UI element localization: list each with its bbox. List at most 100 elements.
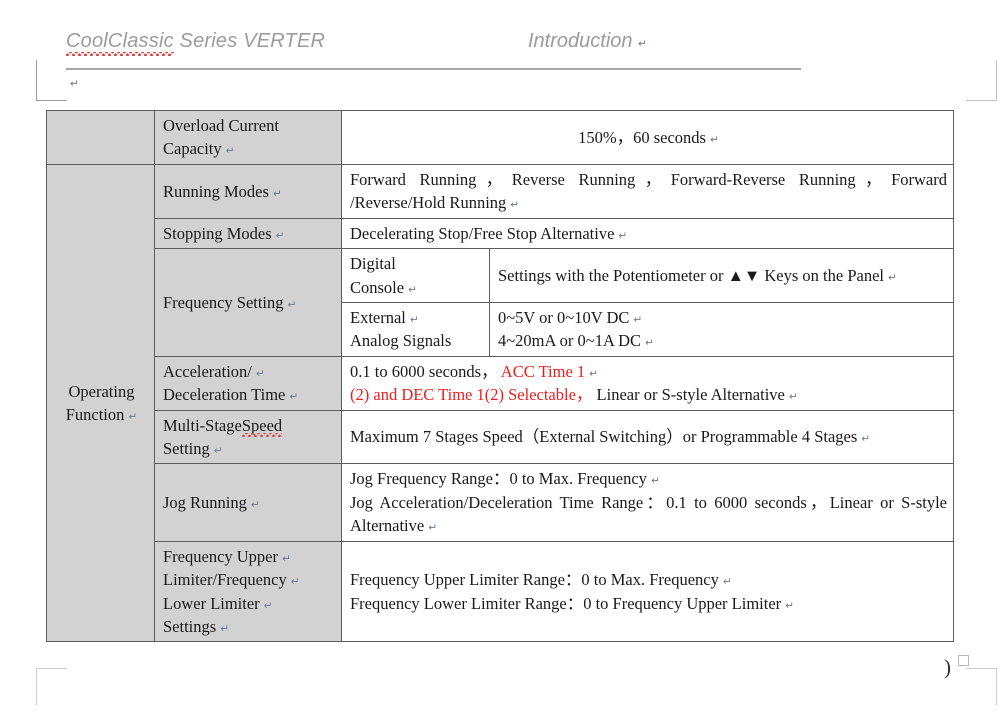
row-label-overload-current-capacity: Overload Current Capacity ↵ xyxy=(154,110,342,165)
pilcrow-icon: ↵ xyxy=(282,552,291,565)
row-value-line2: Frequency Lower Limiter Range：0 to Frequ… xyxy=(350,592,947,615)
footer-square-mark xyxy=(958,655,969,666)
row-value-black-2: Linear or S-style Alternative xyxy=(596,385,785,405)
row-label-line3: Lower Limiter xyxy=(163,593,260,613)
crop-mark-bottom-left xyxy=(36,668,67,705)
row-value-external-analog-signals: 0~5V or 0~10V DC ↵ 4~20mA or 0~1A DC ↵ xyxy=(489,301,954,357)
pilcrow-icon: ↵ xyxy=(287,298,297,311)
pilcrow-icon: ↵ xyxy=(589,367,599,380)
pilcrow-icon: ↵ xyxy=(408,283,418,296)
sub-label-line1: Digital xyxy=(350,254,396,274)
row-value-line2: 4~20mA or 0~1A DC xyxy=(498,331,641,351)
row-value-text: 150%，60 seconds xyxy=(578,127,706,147)
pilcrow-icon: ↵ xyxy=(789,391,798,404)
pilcrow-icon: ↵ xyxy=(633,313,643,326)
pilcrow-icon: ↵ xyxy=(428,522,438,535)
pilcrow-icon: ↵ xyxy=(618,229,628,242)
crop-mark-bottom-right xyxy=(966,668,997,705)
row-value-running-modes: Forward Running，Reverse Running，Forward-… xyxy=(341,163,954,219)
pilcrow-icon: ↵ xyxy=(638,38,647,50)
row-value-line1-text: Frequency Upper Limiter Range：0 to Max. … xyxy=(350,570,719,590)
row-value-text: Settings with the Potentiometer or ▲▼ Ke… xyxy=(498,265,884,285)
pilcrow-icon: ↵ xyxy=(251,498,260,511)
row-label-line2: Deceleration Time xyxy=(163,385,286,405)
row-label-line2: Limiter/Frequency xyxy=(163,570,287,590)
pilcrow-icon: ↵ xyxy=(256,367,265,380)
row-value-text: Decelerating Stop/Free Stop Alternative xyxy=(350,223,615,243)
row-value-line1: 0~5V or 0~10V DC xyxy=(498,307,630,327)
pilcrow-icon: ↵ xyxy=(273,187,282,200)
row-label-line1: Multi-StageSpeed xyxy=(163,414,377,437)
row-value-acceleration-deceleration-time: 0.1 to 6000 seconds， ACC Time 1 ↵ (2) an… xyxy=(341,355,954,411)
row-group-label-operating-function: Operating Function ↵ xyxy=(46,163,155,643)
row-label-acceleration-deceleration-time: Acceleration/ ↵ Deceleration Time ↵ xyxy=(154,355,342,411)
pilcrow-icon: ↵ xyxy=(651,475,660,488)
pilcrow-icon: ↵ xyxy=(710,133,719,146)
row-label-frequency-limiter-settings: Frequency Upper ↵ Limiter/Frequency ↵ Lo… xyxy=(154,540,342,643)
pilcrow-icon: ↵ xyxy=(785,599,795,612)
row-value-line1: Frequency Upper Limiter Range：0 to Max. … xyxy=(350,568,947,591)
row-value-line2-text: Frequency Lower Limiter Range：0 to Frequ… xyxy=(350,593,782,613)
pilcrow-icon-body: ↵ xyxy=(70,78,79,90)
row-label-line1: Frequency Upper xyxy=(163,546,279,566)
row-value-digital-console: Settings with the Potentiometer or ▲▼ Ke… xyxy=(489,248,954,303)
row-value-text: Maximum 7 Stages Speed（External Switchin… xyxy=(350,427,858,447)
specifications-table: Overload Current Capacity ↵ 150%，60 seco… xyxy=(46,110,954,643)
row-group-spacer-cell xyxy=(46,110,155,165)
row-label-running-modes: Running Modes ↵ xyxy=(154,163,342,219)
pilcrow-icon: ↵ xyxy=(888,271,897,284)
table-row: Frequency Setting ↵ Digital Console ↵ Se… xyxy=(47,248,954,357)
sub-label-line1: External xyxy=(350,307,406,327)
table-row: Multi-StageSpeed Setting ↵ Maximum 7 Sta… xyxy=(47,409,954,465)
table-row: Frequency Upper ↵ Limiter/Frequency ↵ Lo… xyxy=(47,540,954,643)
row-value-frequency-limiter-settings: Frequency Upper Limiter Range：0 to Max. … xyxy=(341,540,954,643)
pilcrow-icon: ↵ xyxy=(290,576,300,589)
row-label-text: Stopping Modes xyxy=(163,223,272,243)
row-label-multi-stage-speed-setting: Multi-StageSpeed Setting ↵ xyxy=(154,409,342,465)
row-label-text: Running Modes xyxy=(163,181,269,201)
header-left-title: CoolClassic Series VERTER xyxy=(66,30,325,53)
table-row: Overload Current Capacity ↵ 150%，60 seco… xyxy=(46,110,954,165)
pilcrow-icon: ↵ xyxy=(263,599,273,612)
pilcrow-icon: ↵ xyxy=(213,445,223,458)
row-label-frequency-setting: Frequency Setting ↵ xyxy=(154,248,342,357)
pilcrow-icon: ↵ xyxy=(510,199,520,212)
table-row: Stopping Modes ↵ Decelerating Stop/Free … xyxy=(47,217,954,250)
spellcheck-misspelled-word: CoolClassic xyxy=(66,30,174,52)
header-left-title-rest: Series VERTER xyxy=(173,30,326,52)
pilcrow-icon: ↵ xyxy=(128,411,138,424)
row-value-jog-running: Jog Frequency Range：0 to Max. Frequency … xyxy=(341,463,954,542)
table-row: Acceleration/ ↵ Deceleration Time ↵ 0.1 … xyxy=(47,355,954,411)
header-right-title: Introduction ↵ xyxy=(528,30,647,53)
row-value-line2-text: Jog Acceleration/Deceleration Time Range… xyxy=(350,492,947,536)
page-header: CoolClassic Series VERTER Introduction ↵ xyxy=(0,30,1000,76)
row-value-line1-text: Jog Frequency Range：0 to Max. Frequency xyxy=(350,469,647,489)
pilcrow-icon: ↵ xyxy=(722,576,732,589)
sub-label-line2: Console xyxy=(350,277,405,297)
row-value-multi-stage-speed-setting: Maximum 7 Stages Speed（External Switchin… xyxy=(341,409,954,465)
row-label-line1-inner: Multi-StageSpeed xyxy=(163,414,377,437)
row-label-text: Overload Current Capacity xyxy=(163,116,279,159)
row-value-black-1: 0.1 to 6000 seconds， xyxy=(350,361,498,381)
row-value-overload-current-capacity: 150%，60 seconds ↵ xyxy=(341,110,954,165)
row-value-red-2: (2) and DEC Time 1(2) Selectable， xyxy=(350,385,593,405)
row-label-text: Jog Running xyxy=(163,492,247,512)
pilcrow-icon: ↵ xyxy=(289,391,299,404)
row-value-text: Forward Running，Reverse Running，Forward-… xyxy=(350,169,947,213)
footer-paren-mark: ) xyxy=(944,655,951,679)
header-right-title-text: Introduction xyxy=(528,30,633,52)
sub-label-line2: Analog Signals xyxy=(350,331,452,351)
row-group-label-text: Operating Function xyxy=(65,381,135,425)
pilcrow-icon: ↵ xyxy=(225,145,235,158)
row-label-line1-b-misspelled: Speed xyxy=(241,415,283,435)
row-value-red-1: ACC Time 1 xyxy=(500,361,586,381)
pilcrow-icon: ↵ xyxy=(220,623,230,636)
sub-label-digital-console: Digital Console ↵ xyxy=(341,248,490,303)
pilcrow-icon: ↵ xyxy=(410,313,419,326)
row-label-jog-running: Jog Running ↵ xyxy=(154,463,342,542)
row-label-line1: Acceleration/ xyxy=(163,361,252,381)
table-row: Jog Running ↵ Jog Frequency Range：0 to M… xyxy=(47,463,954,542)
pilcrow-icon: ↵ xyxy=(861,433,871,446)
table-row: Operating Function ↵ Running Modes ↵ For… xyxy=(46,163,954,643)
header-rule-divider xyxy=(66,68,801,70)
